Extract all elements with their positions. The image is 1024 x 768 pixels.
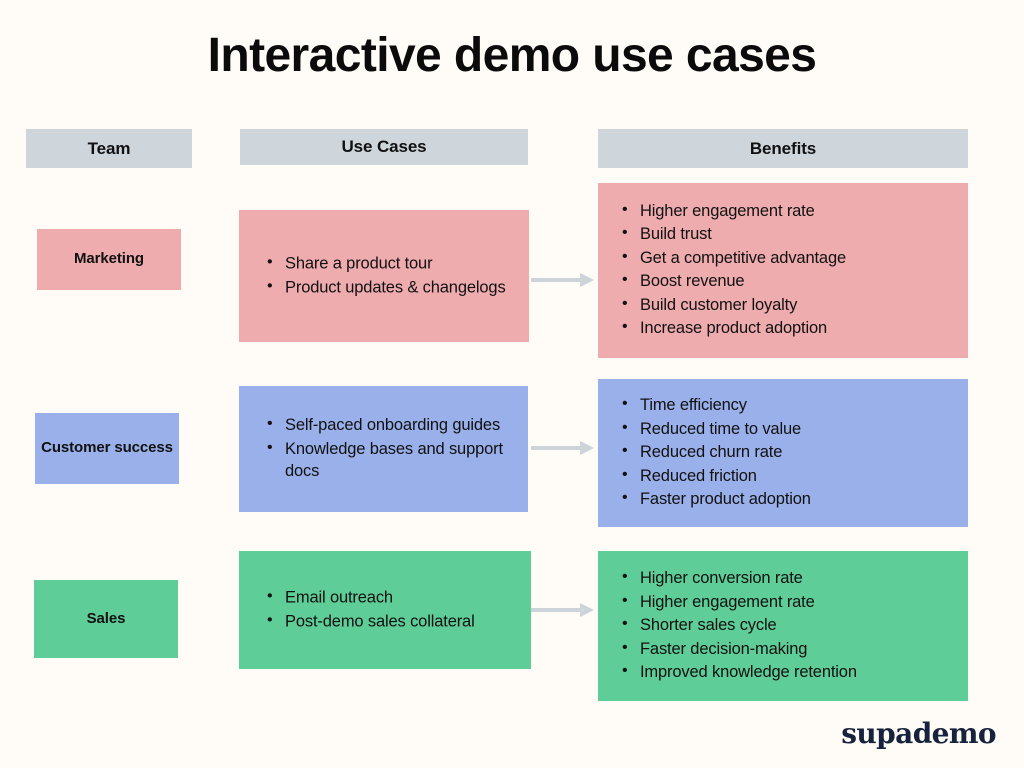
use-cases-list-customer-success: Self-paced onboarding guides Knowledge b…	[265, 413, 516, 484]
list-item: Time efficiency	[620, 393, 956, 417]
use-cases-panel-sales: Email outreach Post-demo sales collatera…	[239, 551, 531, 669]
list-item: Knowledge bases and support docs	[265, 437, 516, 483]
list-item: Post-demo sales collateral	[265, 609, 519, 633]
table-row-marketing: Marketing Share a product tour Product u…	[0, 183, 1024, 358]
arrow-right-icon	[531, 603, 595, 617]
column-header-benefits: Benefits	[598, 129, 968, 168]
list-item: Faster decision-making	[620, 637, 956, 661]
use-cases-list-sales: Email outreach Post-demo sales collatera…	[265, 585, 519, 633]
team-chip-customer-success: Customer success	[35, 413, 179, 484]
benefits-panel-customer-success: Time efficiency Reduced time to value Re…	[598, 379, 968, 527]
use-cases-list-marketing: Share a product tour Product updates & c…	[265, 251, 517, 299]
list-item: Boost revenue	[620, 270, 956, 294]
column-header-use-cases-label: Use Cases	[341, 137, 427, 156]
benefits-panel-sales: Higher conversion rate Higher engagement…	[598, 551, 968, 701]
list-item: Get a competitive advantage	[620, 246, 956, 270]
use-cases-panel-customer-success: Self-paced onboarding guides Knowledge b…	[239, 386, 528, 512]
list-item: Shorter sales cycle	[620, 613, 956, 637]
list-item: Higher engagement rate	[620, 590, 956, 614]
column-header-team-label: Team	[87, 138, 131, 158]
list-item: Build customer loyalty	[620, 293, 956, 317]
list-item: Reduced churn rate	[620, 440, 956, 464]
benefits-list-marketing: Higher engagement rate Build trust Get a…	[620, 199, 956, 342]
use-cases-panel-marketing: Share a product tour Product updates & c…	[239, 210, 529, 342]
team-chip-marketing-label: Marketing	[74, 250, 144, 268]
list-item: Build trust	[620, 222, 956, 246]
benefits-panel-marketing: Higher engagement rate Build trust Get a…	[598, 183, 968, 358]
team-chip-sales-label: Sales	[86, 609, 126, 627]
list-item: Higher conversion rate	[620, 566, 956, 590]
team-chip-customer-success-label: Customer success	[41, 439, 173, 457]
benefits-list-customer-success: Time efficiency Reduced time to value Re…	[620, 393, 956, 512]
list-item: Self-paced onboarding guides	[265, 413, 516, 437]
table-row-sales: Sales Email outreach Post-demo sales col…	[0, 549, 1024, 701]
column-header-team: Team	[26, 129, 192, 168]
team-chip-sales: Sales	[34, 580, 178, 658]
team-chip-marketing: Marketing	[37, 229, 181, 290]
list-item: Share a product tour	[265, 251, 517, 275]
list-item: Email outreach	[265, 585, 519, 609]
list-item: Reduced friction	[620, 464, 956, 488]
column-header-benefits-label: Benefits	[749, 138, 817, 158]
list-item: Reduced time to value	[620, 417, 956, 441]
page-title: Interactive demo use cases	[207, 29, 817, 82]
list-item: Product updates & changelogs	[265, 275, 517, 299]
list-item: Faster product adoption	[620, 487, 956, 511]
supademo-logo: supademo	[841, 717, 996, 750]
column-header-use-cases: Use Cases	[240, 129, 528, 165]
arrow-right-icon	[531, 273, 595, 287]
list-item: Increase product adoption	[620, 317, 956, 341]
list-item: Improved knowledge retention	[620, 660, 956, 684]
table-row-customer-success: Customer success Self-paced onboarding g…	[0, 379, 1024, 527]
arrow-right-icon	[531, 441, 595, 455]
benefits-list-sales: Higher conversion rate Higher engagement…	[620, 566, 956, 685]
list-item: Higher engagement rate	[620, 199, 956, 223]
